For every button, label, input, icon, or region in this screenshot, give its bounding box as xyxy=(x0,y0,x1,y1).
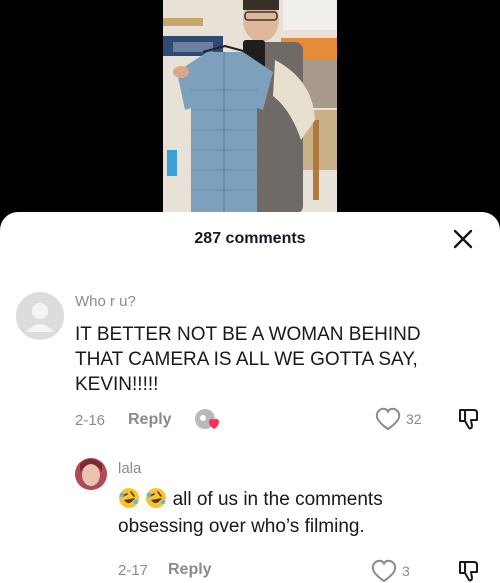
comment-username[interactable]: Who r u? xyxy=(75,293,136,310)
default-avatar-icon xyxy=(26,303,54,332)
comments-header: 287 comments xyxy=(0,226,500,252)
dislike-button[interactable] xyxy=(456,558,482,583)
heart-outline-icon xyxy=(375,407,401,431)
reply-button[interactable]: Reply xyxy=(128,411,172,429)
user-avatar-image xyxy=(75,458,107,490)
comment-text-line: all of us in the comments xyxy=(118,486,383,513)
comment-username[interactable]: lala xyxy=(118,460,141,477)
comments-sheet: 287 comments Who r u? IT BETTER NOT BE A… xyxy=(0,212,500,583)
thumbs-down-icon xyxy=(459,561,478,582)
comment-text: all of us in the comments obsessing over… xyxy=(118,486,383,540)
close-icon xyxy=(453,229,473,249)
thumbs-down-icon xyxy=(459,409,478,430)
rolling-on-floor-laughing-emoji xyxy=(119,488,139,508)
reply-comment-item: lala all of us in the comments obsessing… xyxy=(0,456,500,583)
creator-liked-heart-icon xyxy=(195,409,219,429)
like-count: 3 xyxy=(402,563,410,579)
like-button[interactable]: 32 xyxy=(374,406,422,432)
comment-text: IT BETTER NOT BE A WOMAN BEHIND THAT CAM… xyxy=(75,322,421,397)
comment-date: 2-17 xyxy=(118,562,149,579)
avatar[interactable] xyxy=(16,292,64,340)
comment-date: 2-16 xyxy=(75,412,106,429)
creator-liked-badge xyxy=(195,408,223,432)
comment-text-line: THAT CAMERA IS ALL WE GOTTA SAY, xyxy=(75,349,418,370)
reply-button[interactable]: Reply xyxy=(168,561,212,579)
video-area[interactable] xyxy=(0,0,500,240)
comment-item: Who r u? IT BETTER NOT BE A WOMAN BEHIND… xyxy=(0,290,500,440)
comment-text-line-2: obsessing over who’s filming. xyxy=(118,516,365,537)
video-still-image xyxy=(163,0,337,214)
rolling-on-floor-laughing-emoji xyxy=(146,488,167,508)
comment-text-line-1: all of us in the comments xyxy=(172,489,383,510)
avatar[interactable] xyxy=(75,458,107,490)
like-count: 32 xyxy=(406,411,422,427)
comment-text-line: IT BETTER NOT BE A WOMAN BEHIND xyxy=(75,324,421,345)
comment-count: 287 comments xyxy=(194,230,306,247)
comment-text-line: KEVIN!!!!! xyxy=(75,374,159,395)
close-button[interactable] xyxy=(450,226,476,252)
like-button[interactable]: 3 xyxy=(370,558,410,583)
heart-outline-icon xyxy=(371,559,397,583)
video-thumbnail[interactable] xyxy=(163,0,337,214)
dislike-button[interactable] xyxy=(456,406,482,432)
